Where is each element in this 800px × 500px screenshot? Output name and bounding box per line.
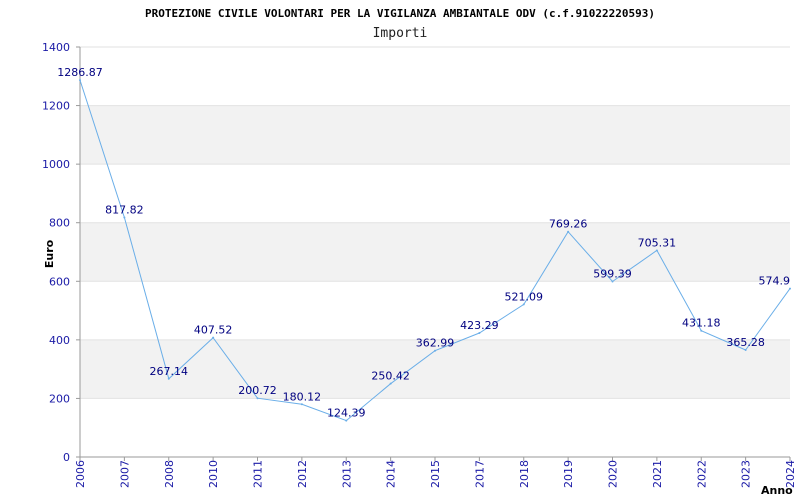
data-label: 521.09: [505, 290, 544, 303]
x-tick-label: 2011: [252, 460, 265, 488]
data-label: 365.28: [726, 336, 765, 349]
data-label: 180.12: [283, 390, 322, 403]
x-axis-ticks: 2006 2007 2008 2010 2011 2012 2013 2014 2015 2017…: [74, 457, 797, 488]
data-point: [389, 382, 392, 385]
grid-band: [80, 105, 790, 165]
data-point: [611, 280, 614, 283]
x-tick-label: 2018: [518, 460, 531, 488]
data-label: 407.52: [194, 324, 233, 337]
data-label: 1286.87: [57, 66, 103, 79]
data-point: [123, 216, 126, 219]
data-label: 431.18: [682, 317, 721, 330]
x-tick-label: 2008: [163, 460, 176, 488]
x-tick-label: 2019: [562, 460, 575, 488]
y-tick-label: 800: [49, 217, 70, 230]
x-tick-label: 2013: [340, 460, 353, 488]
data-label: 705.31: [638, 236, 677, 249]
x-tick-label: 2021: [651, 460, 664, 488]
y-tick-label: 600: [49, 275, 70, 288]
y-tick-label: 1200: [42, 100, 70, 113]
x-tick-label: 2012: [296, 460, 309, 488]
grid-bands: [80, 105, 790, 399]
data-label: 423.29: [460, 319, 499, 332]
x-tick-label: 2015: [429, 460, 442, 488]
data-point: [434, 349, 436, 352]
y-axis-title: Euro: [43, 239, 56, 268]
x-tick-label: 2023: [740, 460, 753, 488]
data-point: [345, 419, 348, 422]
chart-subtitle: Importi: [373, 26, 428, 41]
data-point: [256, 397, 259, 400]
data-label: 599.39: [593, 267, 632, 280]
data-point: [300, 403, 303, 406]
data-point: [655, 249, 658, 252]
x-tick-label: 2022: [695, 460, 708, 488]
x-tick-label: 2020: [607, 460, 620, 488]
data-label: 267.14: [150, 365, 189, 378]
data-point: [167, 377, 170, 380]
data-point: [789, 287, 791, 290]
y-tick-label: 200: [49, 392, 70, 405]
data-label: 362.99: [416, 337, 455, 350]
data-point: [522, 303, 525, 306]
x-tick-label: 2010: [207, 460, 220, 488]
y-tick-label: 1400: [42, 41, 70, 54]
data-point: [567, 230, 570, 233]
line-chart: 0200400600800100012001400 2006 2007 2008 20…: [42, 7, 797, 497]
x-tick-label: 2014: [385, 460, 398, 488]
data-point: [79, 79, 81, 82]
data-point: [744, 349, 747, 352]
x-tick-label: 2006: [74, 460, 87, 488]
grid-band: [80, 222, 790, 282]
data-label: 817.82: [105, 203, 144, 216]
chart-title: PROTEZIONE CIVILE VOLONTARI PER LA VIGIL…: [145, 7, 655, 20]
data-point: [212, 336, 215, 339]
y-tick-label: 1000: [42, 158, 70, 171]
y-tick-label: 400: [49, 334, 70, 347]
x-tick-label: 2007: [118, 460, 131, 488]
data-point: [700, 329, 703, 332]
data-label: 200.72: [238, 384, 277, 397]
data-label: 250.42: [371, 370, 410, 383]
data-label: 574.9: [759, 275, 791, 288]
data-point: [478, 332, 481, 335]
x-tick-label: 2017: [473, 460, 486, 488]
x-axis-title: Anno: [761, 484, 793, 497]
data-label: 124.39: [327, 407, 366, 420]
y-tick-label: 0: [63, 451, 70, 464]
data-label: 769.26: [549, 218, 588, 231]
